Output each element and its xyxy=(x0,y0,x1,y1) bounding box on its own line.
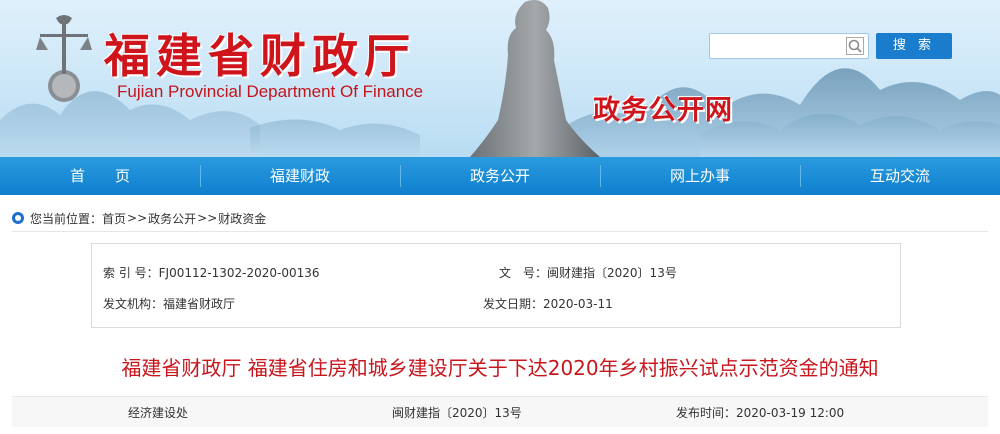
doc-number-value: 闽财建指〔2020〕13号 xyxy=(547,266,677,280)
search-box xyxy=(709,33,869,59)
nav-item-interaction[interactable]: 互动交流 xyxy=(800,157,1000,195)
header-banner: 福建省财政厅 Fujian Provincial Department Of F… xyxy=(0,0,1000,157)
article-publish-time: 发布时间：2020-03-19 12:00 xyxy=(676,404,844,421)
issue-date-label: 发文日期： xyxy=(483,297,544,311)
search-button[interactable]: 搜 索 xyxy=(876,33,952,59)
issuing-org-label: 发文机构： xyxy=(103,297,164,311)
nav-item-fujian-finance[interactable]: 福建财政 xyxy=(200,157,400,195)
breadcrumb-separator: >> xyxy=(127,211,148,225)
divider xyxy=(12,231,988,232)
article-doc-number: 闽财建指〔2020〕13号 xyxy=(392,406,522,420)
location-icon xyxy=(12,212,24,224)
breadcrumb-separator: >> xyxy=(197,211,218,225)
breadcrumb-home[interactable]: 首页 xyxy=(102,210,126,227)
site-title: 福建省财政厅 xyxy=(104,29,416,83)
issue-date-value: 2020-03-11 xyxy=(543,297,613,311)
index-number-row: 索 引 号：FJ00112-1302-2020-00136 xyxy=(103,264,320,281)
article-department: 经济建设处 xyxy=(128,406,189,420)
doc-number-row: 文 号：闽财建指〔2020〕13号 xyxy=(499,264,677,281)
scales-logo-icon xyxy=(36,15,92,102)
issuing-org-row: 发文机构：福建省财政厅 xyxy=(103,295,235,312)
document-info-box: 索 引 号：FJ00112-1302-2020-00136 文 号：闽财建指〔2… xyxy=(91,243,901,328)
search-input[interactable] xyxy=(716,37,848,57)
issuing-org-value: 福建省财政厅 xyxy=(163,297,236,311)
publish-time-label: 发布时间： xyxy=(676,406,737,420)
breadcrumb-gov-affairs[interactable]: 政务公开 xyxy=(148,210,196,227)
publish-time-value: 2020-03-19 12:00 xyxy=(736,406,845,420)
issue-date-row: 发文日期：2020-03-11 xyxy=(483,295,613,312)
index-number-value: FJ00112-1302-2020-00136 xyxy=(158,266,320,280)
doc-number-label: 文 号： xyxy=(499,266,548,280)
breadcrumb-finance-funds[interactable]: 财政资金 xyxy=(218,210,266,227)
main-nav: 首 页 福建财政 政务公开 网上办事 互动交流 xyxy=(0,157,1000,195)
site-subtitle: 政务公开网 xyxy=(593,95,733,126)
nav-item-online-services[interactable]: 网上办事 xyxy=(600,157,800,195)
breadcrumb-prefix: 您当前位置： xyxy=(30,211,103,226)
search-icon[interactable] xyxy=(846,37,864,55)
article-meta-bar: 经济建设处 闽财建指〔2020〕13号 发布时间：2020-03-19 12:0… xyxy=(12,396,988,427)
site-title-english: Fujian Provincial Department Of Finance xyxy=(117,82,424,101)
article-title: 福建省财政厅 福建省住房和城乡建设厅关于下达2020年乡村振兴试点示范资金的通知 xyxy=(121,356,879,380)
nav-item-home[interactable]: 首 页 xyxy=(0,157,200,195)
breadcrumb: 您当前位置： 首页 >> 政务公开 >> 财政资金 xyxy=(12,207,266,229)
index-number-label: 索 引 号： xyxy=(103,266,159,280)
nav-item-gov-affairs[interactable]: 政务公开 xyxy=(400,157,600,195)
